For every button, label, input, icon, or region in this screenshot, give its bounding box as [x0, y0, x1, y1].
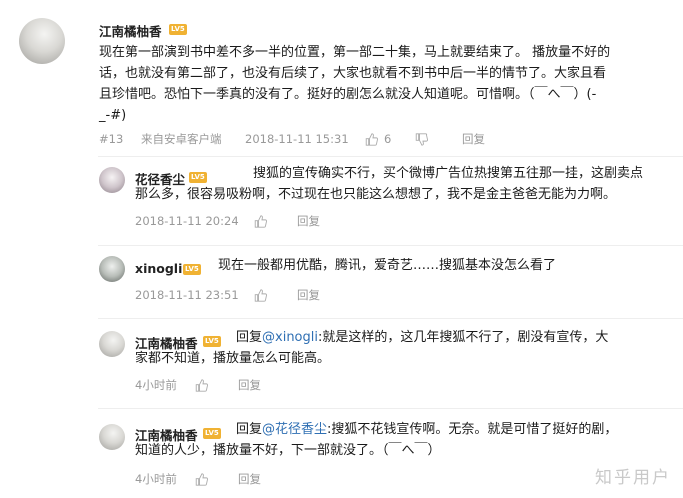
client-source: 来自安卓客户端: [141, 132, 222, 146]
comment-line: 且珍惜吧。恐怕下一季真的没有了。挺好的剧怎么就没人知道呢。可惜啊。（￣へ￣）(-: [99, 87, 597, 102]
reply-time: 4小时前: [135, 472, 177, 486]
reply-prefix: 回复: [236, 330, 263, 345]
watermark: 知乎用户: [595, 468, 671, 488]
mention-link[interactable]: @xinogli: [262, 330, 318, 345]
like-button[interactable]: 6: [365, 132, 415, 146]
comment-meta: #13 来自安卓客户端 2018-11-11 15:31 6 回复: [99, 131, 485, 147]
comment-line: 现在第一部演到书中差不多一半的位置，第一部二十集，马上就要结束了。 播放量不好的: [99, 45, 611, 60]
floor-number: #13: [99, 132, 124, 146]
comment-line: 话，也就没有第二部了，也没有后续了，大家也就看不到书中后一半的情节了。大家且看: [99, 66, 607, 81]
divider: [98, 156, 683, 157]
reply-line: 回复@花径香尘:搜狐不花钱宣传啊。无奈。就是可惜了挺好的剧，: [135, 419, 675, 440]
comment-text: 现在第一部演到书中差不多一半的位置，第一部二十集，马上就要结束了。 播放量不好的…: [99, 42, 669, 126]
avatar[interactable]: [99, 256, 125, 282]
reply-line: 知道的人少，播放量不好，下一部就没了。（￣へ￣）: [135, 443, 441, 458]
thumbs-up-icon[interactable]: [195, 472, 208, 486]
reply-button[interactable]: 回复: [238, 377, 261, 393]
reply-text: 搜狐的宣传确实不行，买个微博广告位热搜第五往那一挂，这剧卖点 那么多，很容易吸粉…: [135, 163, 675, 205]
comment-time: 2018-11-11 15:31: [245, 132, 349, 146]
reply-meta: 2018-11-11 20:24 回复: [135, 213, 320, 229]
thumbs-down-icon[interactable]: [415, 132, 428, 146]
avatar[interactable]: [99, 167, 125, 193]
reply-meta: 2018-11-11 23:51 回复: [135, 287, 320, 303]
level-badge: LV5: [183, 264, 201, 275]
thumbs-up-icon: [365, 132, 378, 146]
avatar[interactable]: [99, 424, 125, 450]
reply-button[interactable]: 回复: [297, 213, 320, 229]
reply-button[interactable]: 回复: [297, 287, 320, 303]
reply-text: 现在一般都用优酷，腾讯，爱奇艺……搜狐基本没怎么看了: [218, 255, 658, 276]
reply-text: 回复@花径香尘:搜狐不花钱宣传啊。无奈。就是可惜了挺好的剧， 知道的人少，播放量…: [135, 419, 675, 461]
divider: [98, 318, 683, 319]
mention-link[interactable]: @花径香尘: [262, 422, 327, 437]
comment-author[interactable]: 江南橘柚香: [99, 21, 162, 40]
reply-prefix: 回复: [236, 422, 263, 437]
like-count: 6: [384, 132, 392, 146]
reply-text: 回复@xinogli:就是这样的，这几年搜狐不行了，剧没有宣传，大 家都不知道，…: [135, 327, 675, 369]
thumbs-up-icon[interactable]: [254, 288, 267, 302]
avatar[interactable]: [99, 331, 125, 357]
reply-button[interactable]: 回复: [238, 471, 261, 487]
reply-line: 家都不知道，播放量怎么可能高。: [135, 351, 331, 366]
reply-author[interactable]: xinogli: [135, 261, 182, 276]
avatar[interactable]: [19, 18, 65, 64]
reply-time: 2018-11-11 23:51: [135, 288, 239, 302]
comment-line: _-#): [99, 108, 127, 123]
reply-button[interactable]: 回复: [462, 131, 485, 147]
reply-line: 那么多，很容易吸粉啊，不过现在也只能这么想想了，我不是金主爸爸无能为力啊。: [135, 187, 617, 202]
reply-content: :搜狐不花钱宣传啊。无奈。就是可惜了挺好的剧，: [327, 422, 618, 437]
level-badge: LV5: [169, 24, 187, 35]
reply-time: 4小时前: [135, 378, 177, 392]
reply-meta: 4小时前 回复: [135, 377, 261, 393]
thumbs-up-icon[interactable]: [254, 214, 267, 228]
reply-time: 2018-11-11 20:24: [135, 214, 239, 228]
reply-line: 现在一般都用优酷，腾讯，爱奇艺……搜狐基本没怎么看了: [218, 258, 557, 273]
reply-content: :就是这样的，这几年搜狐不行了，剧没有宣传，大: [318, 330, 609, 345]
reply-meta: 4小时前 回复: [135, 471, 261, 487]
divider: [98, 408, 683, 409]
thumbs-up-icon[interactable]: [195, 378, 208, 392]
reply-line: 搜狐的宣传确实不行，买个微博广告位热搜第五往那一挂，这剧卖点: [253, 166, 644, 181]
reply-line: 回复@xinogli:就是这样的，这几年搜狐不行了，剧没有宣传，大: [135, 327, 675, 348]
divider: [98, 245, 683, 246]
